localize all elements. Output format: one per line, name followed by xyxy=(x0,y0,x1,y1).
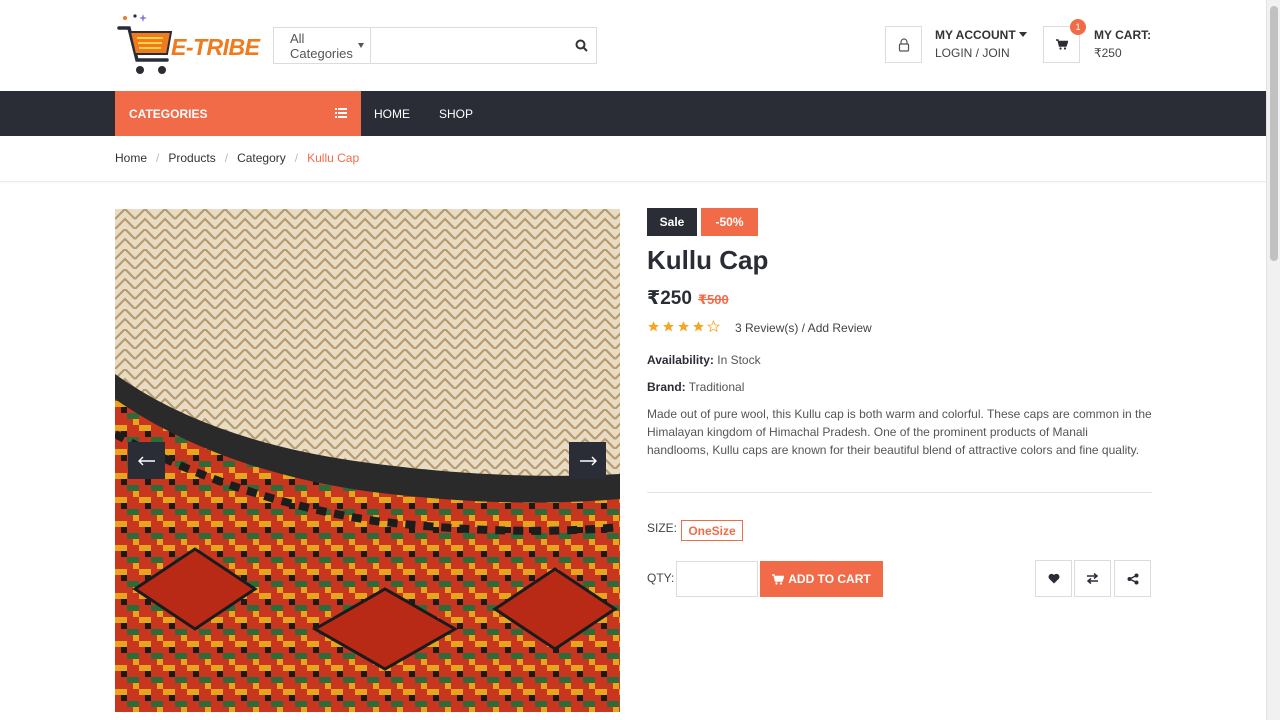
cart-icon xyxy=(1055,39,1068,50)
login-join-link[interactable]: LOGIN / JOIN xyxy=(935,46,1010,60)
reviews-link[interactable]: 3 Review(s) / Add Review xyxy=(735,321,872,335)
breadcrumb-current: Kullu Cap xyxy=(307,151,360,165)
scrollbar-thumb[interactable] xyxy=(1270,6,1278,261)
star-icon xyxy=(663,321,674,332)
heart-icon xyxy=(1048,573,1059,584)
site-logo[interactable]: E-TRIBE xyxy=(115,12,260,80)
rating-stars xyxy=(647,320,720,333)
cart-icon xyxy=(772,573,785,585)
account-button[interactable] xyxy=(885,26,922,63)
qty-label: QTY: xyxy=(647,571,675,585)
star-icon xyxy=(693,321,704,332)
sale-badge: Sale xyxy=(647,208,697,236)
availability-label: Availability: xyxy=(647,353,714,367)
availability: Availability: In Stock xyxy=(647,353,761,367)
nav-link-shop[interactable]: SHOP xyxy=(439,91,473,136)
star-icon xyxy=(648,321,659,332)
star-empty-icon xyxy=(707,320,720,333)
my-account-menu[interactable]: MY ACCOUNT xyxy=(935,28,1027,42)
gallery-next-button[interactable] xyxy=(569,442,606,479)
compare-button[interactable] xyxy=(1074,560,1111,597)
add-to-cart-label: ADD TO CART xyxy=(788,572,871,586)
share-button[interactable] xyxy=(1114,560,1151,597)
list-icon xyxy=(335,108,347,118)
site-header: E-TRIBE All Categories MY ACCOUNT LOGIN … xyxy=(0,0,1266,90)
brand-value: Traditional xyxy=(685,380,745,394)
brand: Brand: Traditional xyxy=(647,380,744,394)
discount-badge: -50% xyxy=(701,208,758,236)
size-option-onesize[interactable]: OneSize xyxy=(681,520,743,541)
compare-icon xyxy=(1086,573,1099,584)
search-input[interactable] xyxy=(371,28,568,63)
wishlist-button[interactable] xyxy=(1035,560,1072,597)
breadcrumb-separator: / xyxy=(156,151,160,165)
arrow-left-icon xyxy=(137,456,155,465)
search-bar: All Categories xyxy=(273,27,597,64)
cart-count-badge: 1 xyxy=(1070,19,1086,35)
breadcrumb-separator: / xyxy=(294,151,299,165)
nav-link-home[interactable]: HOME xyxy=(374,91,410,136)
my-account-label: MY ACCOUNT xyxy=(935,28,1016,42)
main-nav: CATEGORIES HOME SHOP xyxy=(0,91,1266,136)
product-title: Kullu Cap xyxy=(647,245,769,275)
star-icon xyxy=(678,321,689,332)
availability-value: In Stock xyxy=(713,353,761,367)
size-label: SIZE: xyxy=(647,521,678,535)
breadcrumb: Home / Products / Category / Kullu Cap xyxy=(0,136,1266,182)
gallery-prev-button[interactable] xyxy=(128,442,165,479)
product-image xyxy=(115,209,620,712)
breadcrumb-separator: / xyxy=(224,151,229,165)
categories-button[interactable]: CATEGORIES xyxy=(115,91,361,136)
divider xyxy=(647,492,1152,493)
product-badges: Sale -50% xyxy=(647,208,758,236)
add-to-cart-button[interactable]: ADD TO CART xyxy=(760,561,883,597)
cart-logo-icon xyxy=(117,14,173,74)
user-icon xyxy=(898,37,909,52)
logo-text: E-TRIBE xyxy=(171,34,260,60)
search-icon xyxy=(575,39,588,52)
page-scrollbar[interactable] xyxy=(1266,0,1280,720)
breadcrumb-category[interactable]: Category xyxy=(237,151,286,165)
breadcrumb-products[interactable]: Products xyxy=(168,151,215,165)
caret-down-icon xyxy=(1018,32,1027,37)
cart-amount: ₹250 xyxy=(1094,46,1122,60)
categories-label: CATEGORIES xyxy=(129,106,208,121)
search-button[interactable] xyxy=(567,28,596,63)
my-cart-label[interactable]: MY CART: xyxy=(1094,28,1151,42)
share-icon xyxy=(1127,573,1138,584)
quantity-input[interactable] xyxy=(676,561,758,597)
arrow-right-icon xyxy=(579,456,597,465)
product-price: ₹250 xyxy=(647,288,692,309)
search-category-select[interactable]: All Categories xyxy=(274,28,372,63)
product-image-gallery xyxy=(115,209,620,712)
chevron-down-icon xyxy=(358,43,365,48)
breadcrumb-home[interactable]: Home xyxy=(115,151,147,165)
brand-label: Brand: xyxy=(647,380,686,394)
product-description: Made out of pure wool, this Kullu cap is… xyxy=(647,407,1152,457)
product-old-price: ₹500 xyxy=(698,292,729,307)
